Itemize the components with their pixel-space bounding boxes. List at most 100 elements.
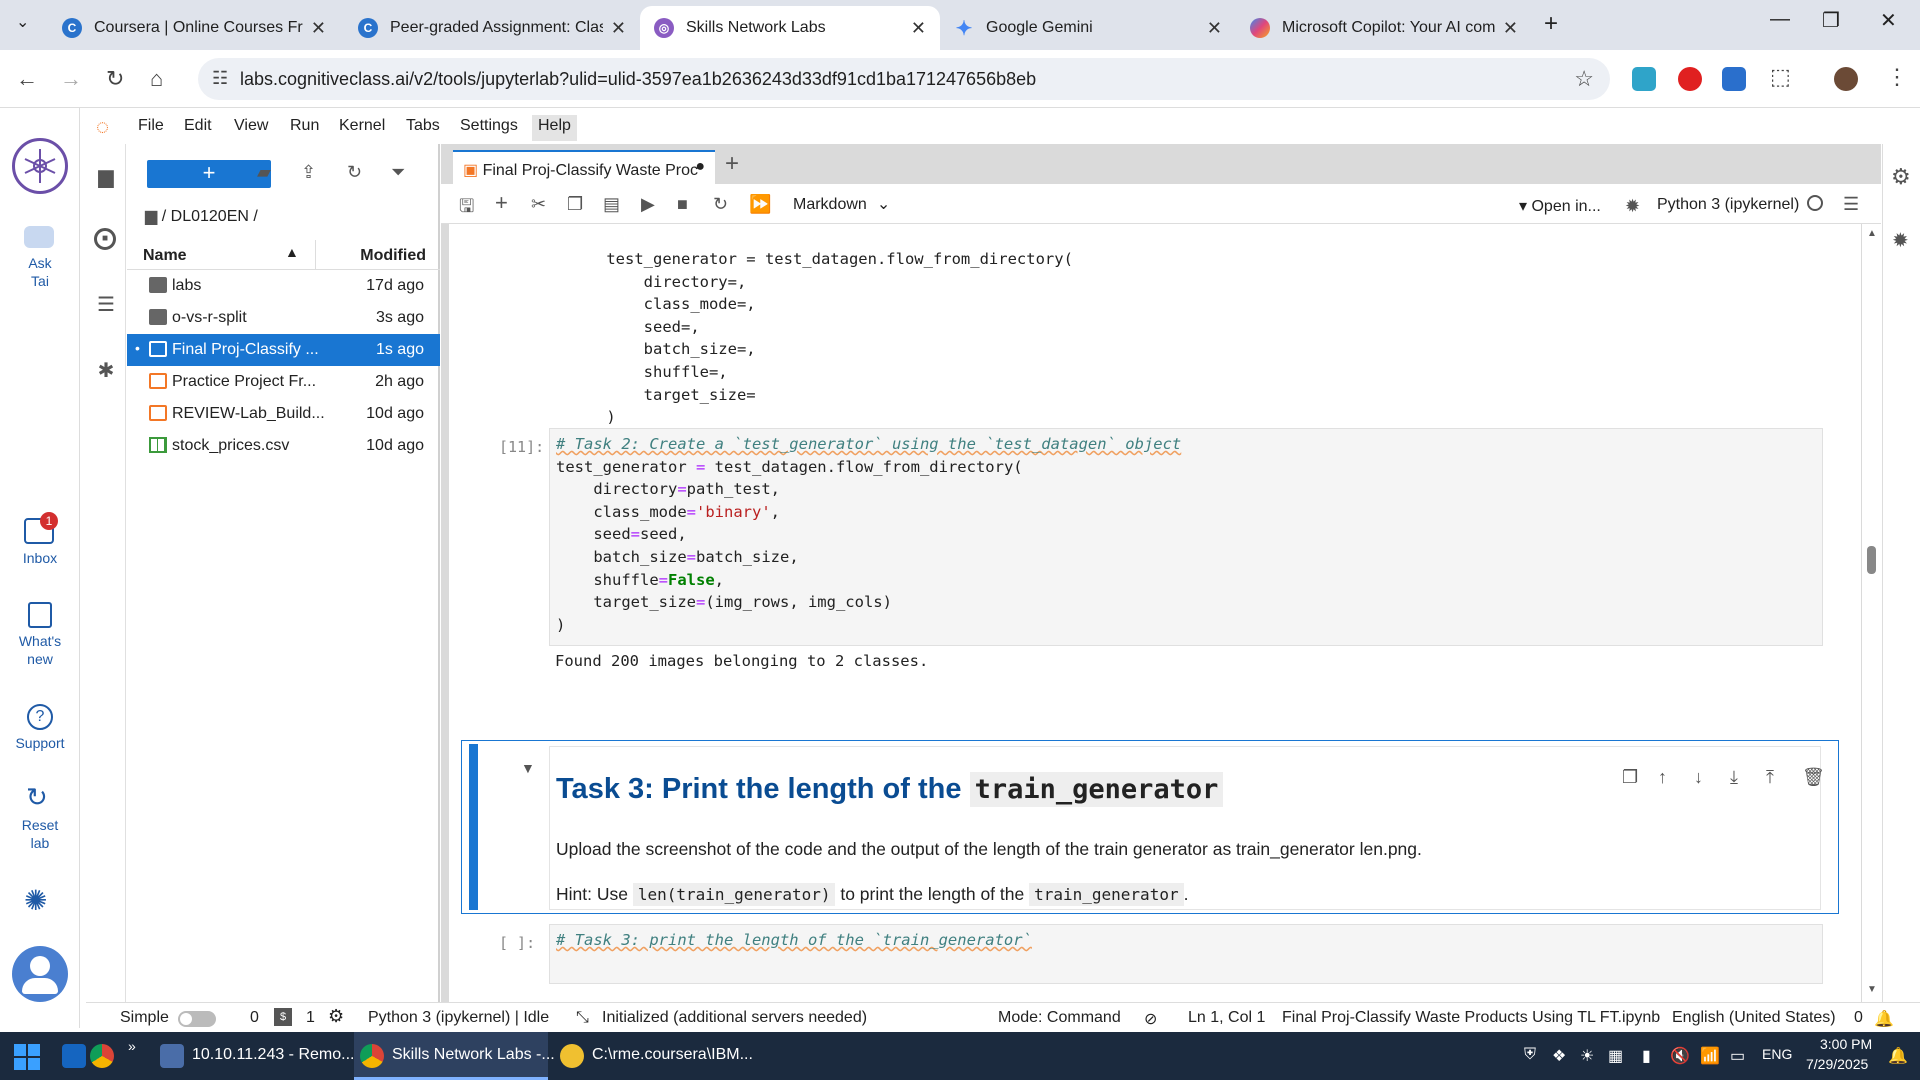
new-tab-icon[interactable]: +: [1544, 10, 1558, 38]
debugger-icon[interactable]: ✹: [1625, 196, 1640, 217]
new-tab-plus-icon[interactable]: +: [725, 150, 739, 178]
ask-tai-icon[interactable]: [24, 226, 54, 248]
delete-cell-icon[interactable]: 🗑: [1802, 767, 1825, 788]
scroll-down-icon[interactable]: ▼: [1867, 984, 1877, 995]
reload-icon[interactable]: ↻: [106, 66, 124, 92]
reset-lab-icon[interactable]: ↻: [26, 782, 48, 813]
extensions-puzzle-icon[interactable]: ⬚: [1770, 64, 1791, 90]
close-window-icon[interactable]: ✕: [1880, 8, 1897, 33]
tray-grid-icon[interactable]: ▦: [1608, 1046, 1623, 1066]
clock-date[interactable]: 7/29/2025: [1806, 1056, 1868, 1072]
taskbar-item-remote[interactable]: 10.10.11.243 - Remo...: [192, 1046, 354, 1064]
close-tab-icon[interactable]: ✕: [1207, 18, 1222, 39]
bell-icon[interactable]: 🔔: [1874, 1009, 1894, 1029]
browser-tab-copilot[interactable]: Microsoft Copilot: Your AI comp ✕: [1236, 6, 1532, 50]
close-tab-icon[interactable]: ✕: [311, 18, 326, 39]
menu-file[interactable]: File: [138, 117, 164, 135]
close-tab-icon[interactable]: ✕: [1503, 18, 1518, 39]
save-icon[interactable]: 🖫: [459, 194, 474, 224]
running-kernels-icon[interactable]: ■: [94, 228, 116, 250]
battery-icon[interactable]: ▭: [1730, 1046, 1745, 1066]
notifications-count[interactable]: 0: [1854, 1009, 1863, 1027]
forward-icon[interactable]: →: [60, 66, 82, 92]
theme-toggle-icon[interactable]: ✺: [24, 884, 47, 917]
cut-icon[interactable]: ✂: [531, 194, 546, 215]
insert-cell-icon[interactable]: +: [495, 190, 508, 216]
restore-icon[interactable]: ❐: [1822, 8, 1840, 33]
clock-time[interactable]: 3:00 PM: [1820, 1036, 1872, 1052]
file-row[interactable]: REVIEW-Lab_Build... 10d ago: [127, 398, 440, 430]
tab-search-chevron-icon[interactable]: ⌄: [16, 12, 29, 32]
new-launcher-button[interactable]: +: [147, 160, 271, 188]
support-icon[interactable]: ?: [27, 704, 53, 730]
file-row[interactable]: Practice Project Fr... 2h ago: [127, 366, 440, 398]
upload-icon[interactable]: ⇪: [301, 162, 316, 183]
unsaved-dot-icon[interactable]: ●: [695, 158, 705, 176]
remote-desktop-icon[interactable]: [160, 1044, 184, 1068]
code-cell-11[interactable]: # Task 2: Create a `test_generator` usin…: [549, 428, 1823, 646]
filter-icon[interactable]: ⏷: [391, 162, 405, 183]
browser-menu-icon[interactable]: ⋮: [1886, 64, 1908, 90]
notebook-tab[interactable]: ▣ Final Proj-Classify Waste Proc ●: [453, 150, 715, 184]
browser-tab-peer-graded[interactable]: C Peer-graded Assignment: Classi ✕: [344, 6, 640, 50]
profile-avatar[interactable]: [1834, 67, 1858, 91]
file-row-selected[interactable]: • Final Proj-Classify ... 1s ago: [127, 334, 440, 366]
menu-run[interactable]: Run: [290, 117, 319, 135]
code-cell-empty[interactable]: # Task 3: print the length of the `train…: [549, 924, 1823, 984]
user-avatar[interactable]: [12, 946, 68, 1002]
run-all-icon[interactable]: ⏩: [749, 194, 771, 215]
browser-tab-skills-network[interactable]: ◎ Skills Network Labs ✕: [640, 6, 940, 50]
input-language[interactable]: ENG: [1762, 1046, 1792, 1062]
new-folder-icon[interactable]: ▰: [257, 162, 271, 183]
notification-bell-icon[interactable]: 🔔: [1888, 1046, 1908, 1066]
extension-adblock-icon[interactable]: [1678, 67, 1702, 91]
close-tab-icon[interactable]: ✕: [611, 18, 626, 39]
wifi-icon[interactable]: 📶: [1700, 1046, 1720, 1066]
run-icon[interactable]: ▶: [641, 194, 655, 215]
simple-mode-toggle[interactable]: [178, 1011, 216, 1027]
markdown-cell-task3[interactable]: Task 3: Print the length of the train_ge…: [549, 746, 1825, 910]
extensions-icon[interactable]: ✱: [94, 358, 118, 382]
kernel-status[interactable]: Python 3 (ipykernel) | Idle: [368, 1009, 549, 1027]
menu-kernel[interactable]: Kernel: [339, 117, 385, 135]
site-info-icon[interactable]: ☷: [212, 68, 228, 89]
taskbar-item-folder[interactable]: C:\rme.coursera\IBM...: [592, 1046, 753, 1064]
taskbar-item-skills[interactable]: Skills Network Labs -...: [392, 1046, 555, 1064]
notebook-scrollbar[interactable]: ▲ ▼: [1862, 224, 1881, 1002]
back-icon[interactable]: ←: [16, 66, 38, 92]
browser-tab-gemini[interactable]: ✦ Google Gemini ✕: [940, 6, 1236, 50]
lsp-status[interactable]: Initialized (additional servers needed): [602, 1009, 867, 1027]
extension-download-icon[interactable]: [1722, 67, 1746, 91]
property-inspector-gear-icon[interactable]: ⚙: [1891, 164, 1911, 190]
sort-ascending-icon[interactable]: ▲: [285, 244, 299, 260]
cursor-position[interactable]: Ln 1, Col 1: [1188, 1009, 1265, 1027]
outlook-icon[interactable]: [62, 1044, 86, 1068]
kernel-name[interactable]: Python 3 (ipykernel): [1657, 196, 1799, 214]
collapse-caret-icon[interactable]: ▼: [521, 760, 535, 776]
refresh-icon[interactable]: ↻: [347, 162, 362, 183]
start-icon[interactable]: [14, 1044, 40, 1070]
file-row[interactable]: o-vs-r-split 3s ago: [127, 302, 440, 334]
inbox-label[interactable]: Inbox: [0, 549, 80, 567]
table-of-contents-icon[interactable]: ☰: [94, 292, 118, 316]
url-field[interactable]: ☷ labs.cognitiveclass.ai/v2/tools/jupyte…: [198, 58, 1610, 100]
breadcrumb[interactable]: ▆ / DL0120EN /: [145, 206, 258, 226]
file-browser-icon[interactable]: ▆: [94, 164, 118, 188]
file-row[interactable]: labs 17d ago: [127, 270, 440, 302]
home-icon[interactable]: ⌂: [150, 66, 163, 92]
taskbar-overflow-icon[interactable]: »: [128, 1038, 136, 1054]
ask-tai-label[interactable]: Ask Tai: [0, 254, 80, 290]
insert-above-icon[interactable]: ⤒: [1766, 767, 1774, 788]
paste-icon[interactable]: ▤: [603, 194, 620, 215]
tray-weather-icon[interactable]: ☀: [1580, 1046, 1594, 1066]
cell-type-select[interactable]: Markdown ⌄: [793, 194, 890, 214]
bookmark-star-icon[interactable]: ☆: [1574, 66, 1594, 92]
whats-new-icon[interactable]: [28, 602, 52, 628]
browser-tab-coursera[interactable]: C Coursera | Online Courses From ✕: [48, 6, 340, 50]
tray-usb-icon[interactable]: ▮: [1642, 1046, 1651, 1066]
move-up-icon[interactable]: ↑: [1658, 767, 1667, 788]
tray-shield-icon[interactable]: ⛨: [1524, 1046, 1536, 1064]
scroll-up-icon[interactable]: ▲: [1867, 228, 1877, 239]
terminals-count[interactable]: 0: [250, 1009, 259, 1027]
menu-tabs[interactable]: Tabs: [406, 117, 440, 135]
